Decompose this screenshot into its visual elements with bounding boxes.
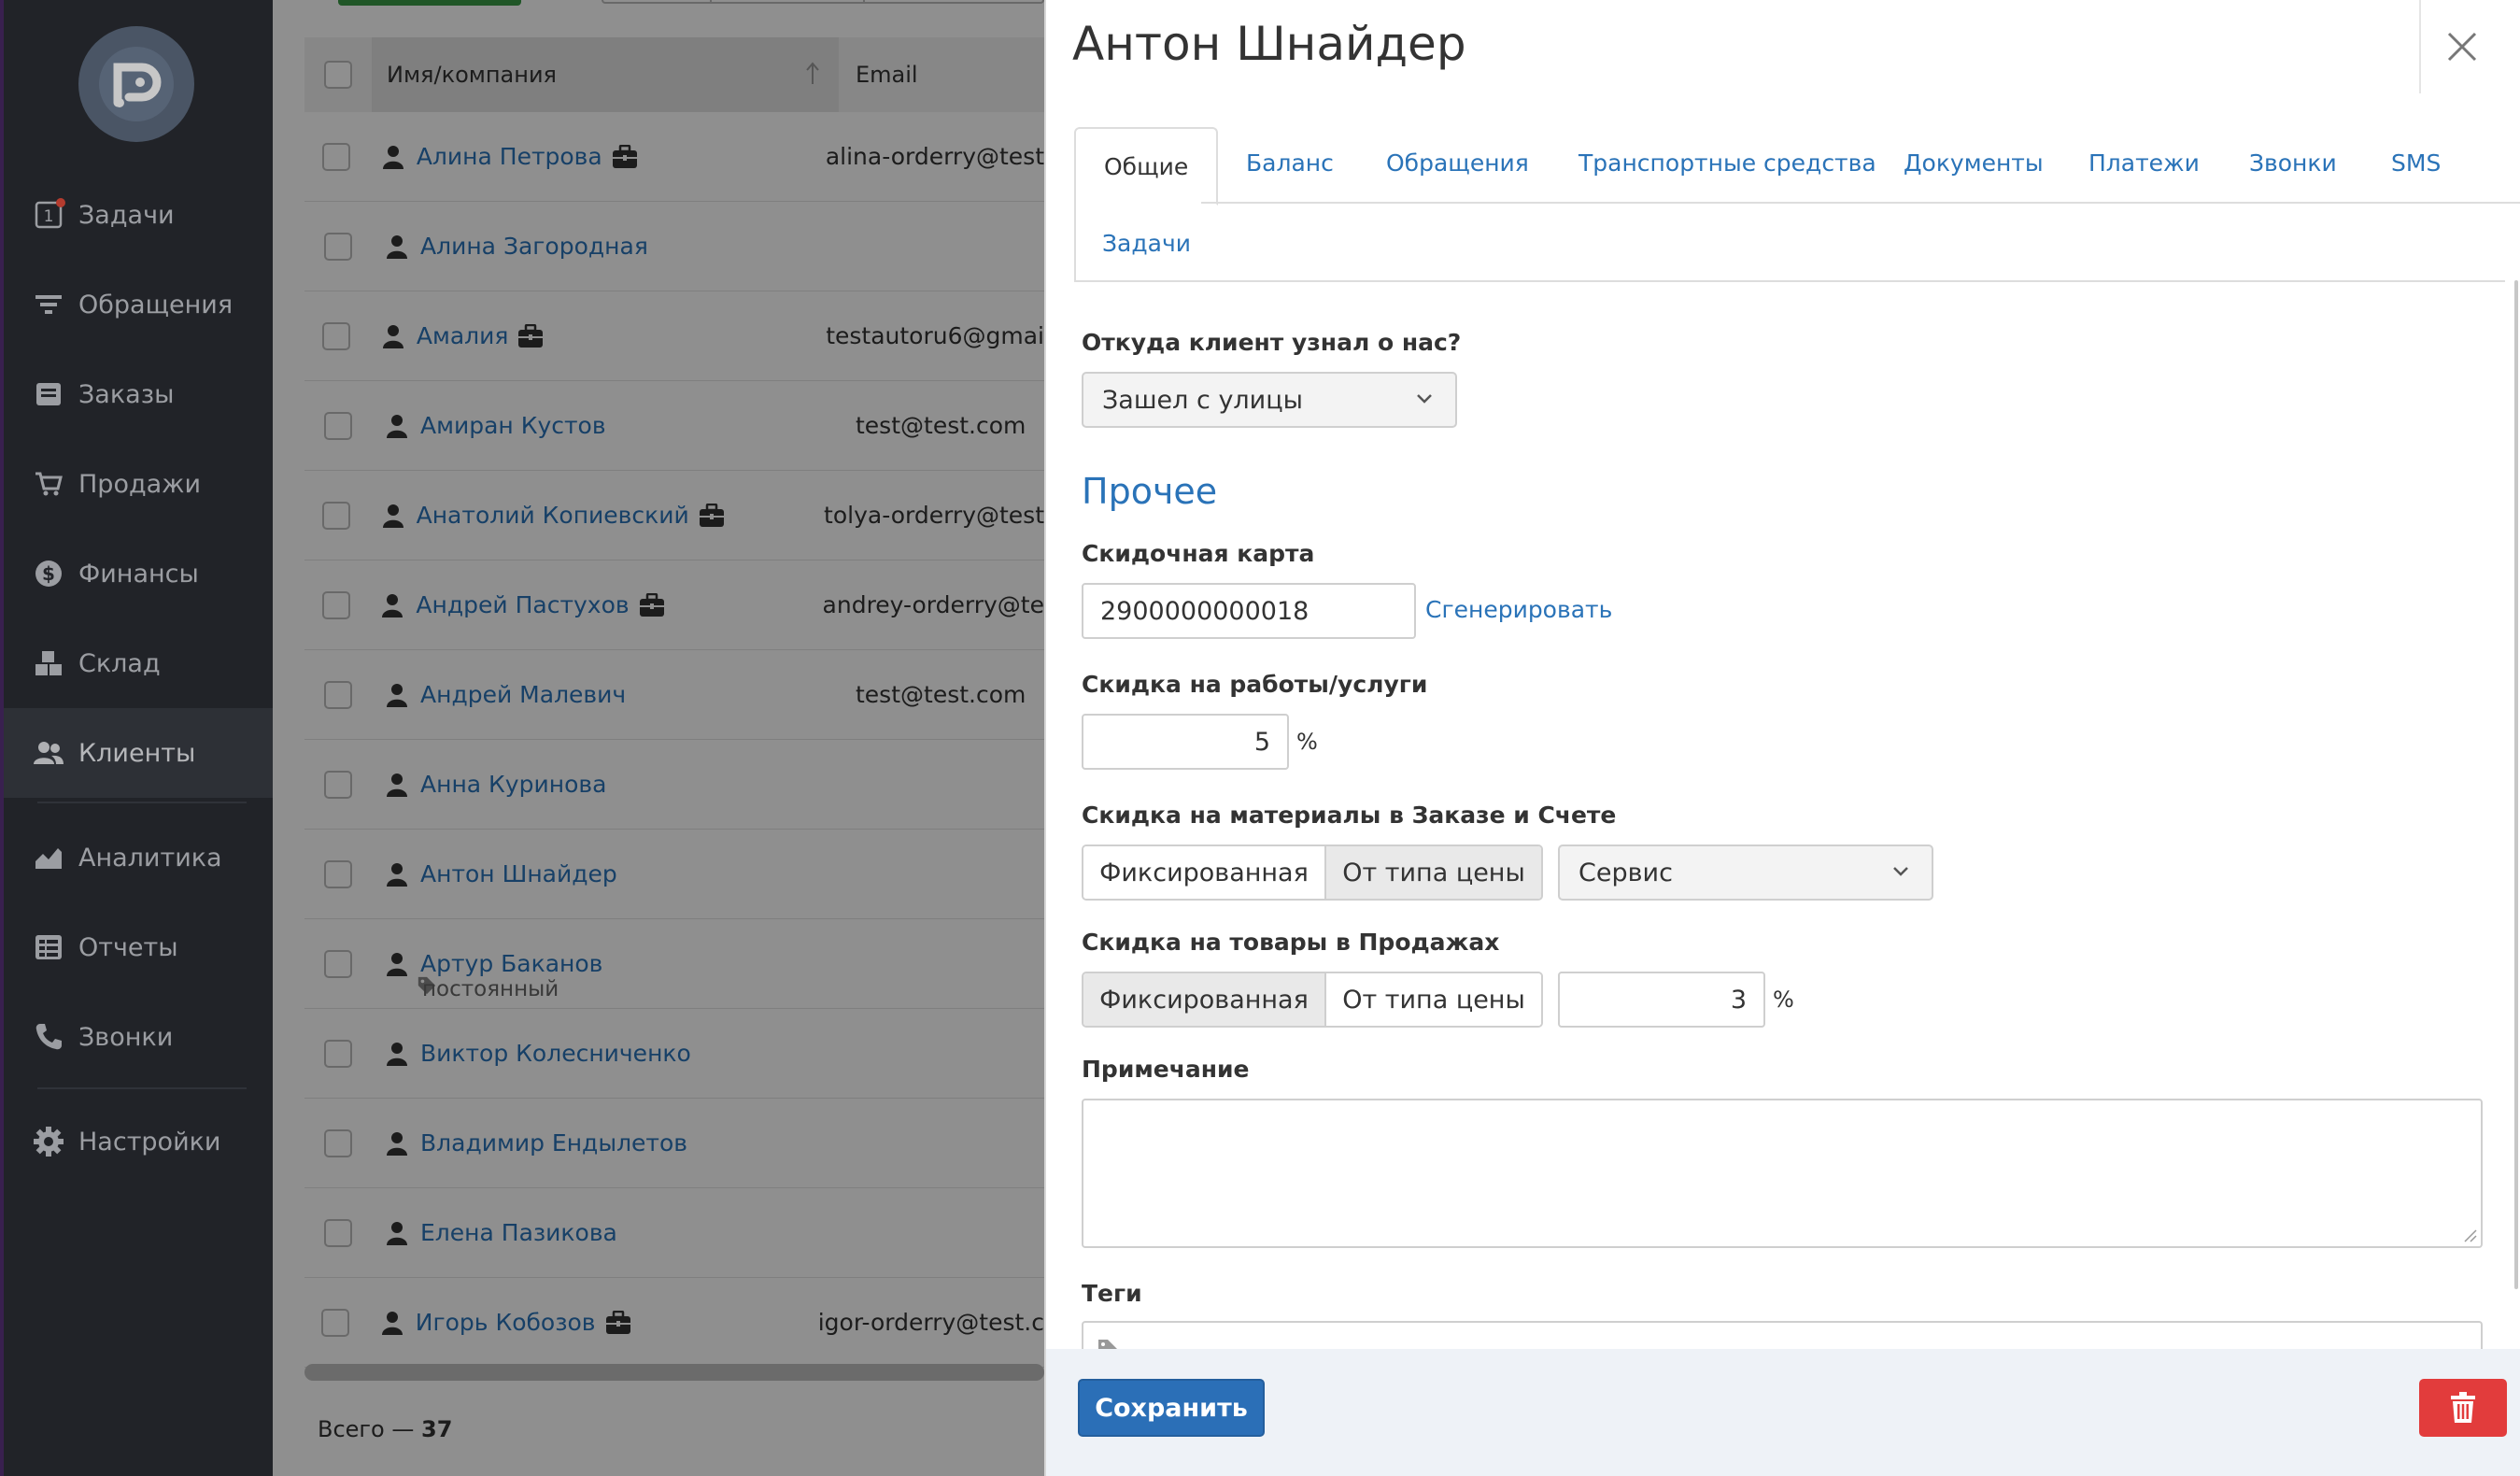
note-textarea[interactable]: [1082, 1099, 2483, 1248]
tag-icon: [1098, 1340, 1117, 1349]
tabs-divider: [1201, 202, 2520, 204]
modal-overlay[interactable]: [273, 0, 1044, 1476]
tags-input[interactable]: [1082, 1321, 2483, 1349]
tags-label: Теги: [1082, 1280, 1142, 1307]
tab-balance[interactable]: Баланс: [1246, 149, 1334, 177]
discount-goods-label: Скидка на товары в Продажах: [1082, 929, 1500, 956]
price-type-select[interactable]: Сервис: [1558, 844, 1933, 901]
note-label: Примечание: [1082, 1056, 1250, 1083]
resize-handle-icon[interactable]: [2462, 1228, 2477, 1242]
title-divider: [2419, 0, 2421, 93]
tabs-divider: [1074, 280, 2505, 282]
card-number-input[interactable]: 2900000000018: [1082, 583, 1416, 639]
discount-materials-pricetype-button[interactable]: От типа цены: [1324, 846, 1541, 899]
tabs-divider: [1074, 204, 1076, 280]
save-button[interactable]: Сохранить: [1078, 1379, 1265, 1437]
source-label: Откуда клиент узнал о нас?: [1082, 329, 1462, 356]
tab-requests[interactable]: Обращения: [1386, 149, 1529, 177]
tab-payments[interactable]: Платежи: [2088, 149, 2200, 177]
discount-goods-pricetype-button[interactable]: От типа цены: [1324, 973, 1541, 1026]
discount-goods-unit: %: [1773, 986, 1794, 1013]
panel-scrollbar[interactable]: [2514, 280, 2518, 1289]
close-button[interactable]: [2440, 24, 2485, 69]
discount-goods-fixed-button[interactable]: Фиксированная: [1083, 973, 1324, 1026]
trash-icon: [2451, 1392, 2475, 1423]
discount-goods-mode: Фиксированная От типа цены: [1082, 972, 1543, 1028]
tab-tasks[interactable]: Задачи: [1102, 230, 1191, 257]
chevron-down-icon: [1417, 394, 1432, 404]
tab-sms[interactable]: SMS: [2391, 149, 2441, 177]
delete-button[interactable]: [2419, 1379, 2507, 1437]
discount-goods-input[interactable]: 3: [1558, 972, 1765, 1028]
tab-general[interactable]: Общие: [1074, 127, 1219, 206]
card-label: Скидочная карта: [1082, 540, 1315, 567]
sidebar-overlay: [0, 0, 273, 1476]
discount-materials-fixed-button[interactable]: Фиксированная: [1083, 846, 1324, 899]
panel-title: Антон Шнайдер: [1072, 17, 1466, 71]
tab-vehicles[interactable]: Транспортные средства: [1579, 149, 1876, 177]
tab-calls[interactable]: Звонки: [2249, 149, 2337, 177]
discount-materials-mode: Фиксированная От типа цены: [1082, 844, 1543, 901]
source-select[interactable]: Зашел с улицы: [1082, 372, 1457, 428]
client-panel: Антон Шнайдер Общие Баланс Обращения Тра…: [1044, 0, 2520, 1476]
discount-work-label: Скидка на работы/услуги: [1082, 671, 1428, 698]
discount-work-unit: %: [1296, 729, 1318, 755]
close-icon: [2447, 32, 2477, 62]
panel-footer: Сохранить: [1046, 1349, 2520, 1476]
generate-card-link[interactable]: Сгенерировать: [1425, 596, 1612, 623]
section-title-other: Прочее: [1082, 471, 1218, 512]
tab-documents[interactable]: Документы: [1904, 149, 2044, 177]
chevron-down-icon: [1893, 867, 1908, 876]
discount-work-input[interactable]: 5: [1082, 714, 1289, 770]
discount-materials-label: Скидка на материалы в Заказе и Счете: [1082, 802, 1617, 829]
